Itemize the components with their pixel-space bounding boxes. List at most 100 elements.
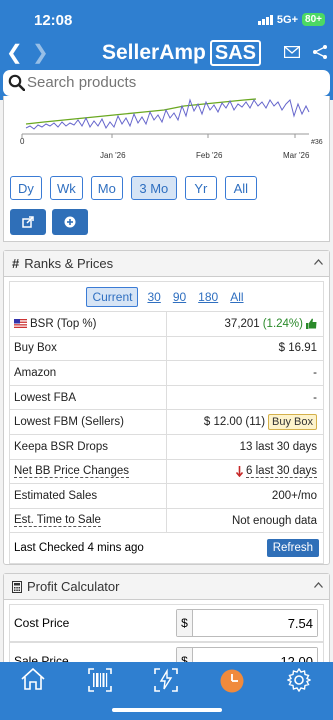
open-external-button[interactable] xyxy=(10,209,46,235)
table-row-net-bb: Net BB Price Changes 6 last 30 days xyxy=(10,459,323,485)
table-row-amazon: Amazon - xyxy=(10,361,323,386)
range-week-button[interactable]: Wk xyxy=(50,176,83,200)
table-row-lowest-fba: Lowest FBA - xyxy=(10,385,323,411)
chevron-up-icon xyxy=(314,259,323,265)
table-row-bsr: BSR (Top %) 37,201 (1.24%) xyxy=(10,312,323,337)
us-flag-icon xyxy=(14,319,27,329)
net-bb-value[interactable]: 6 last 30 days xyxy=(246,465,317,478)
range-all-button[interactable]: All xyxy=(224,176,257,200)
thumbs-up-icon xyxy=(306,318,317,330)
chevron-up-icon xyxy=(314,582,323,588)
range-month-button[interactable]: Mo xyxy=(90,176,123,200)
app-logo: SellerAmp SAS xyxy=(102,40,261,66)
ranks-prices-table: Current 30 90 180 All BSR (Top %) 37,201… xyxy=(9,281,324,565)
amazon-value: - xyxy=(313,366,317,379)
signal-icon xyxy=(257,14,273,25)
est-time-value: Not enough data xyxy=(231,514,317,527)
range-day-button[interactable]: Dy xyxy=(10,176,42,200)
tab-180[interactable]: 180 xyxy=(195,289,221,305)
net-bb-label[interactable]: Net BB Price Changes xyxy=(14,465,130,478)
profit-calculator-panel: Profit Calculator Cost Price $ Sale Pric… xyxy=(3,573,330,680)
table-row-est-time: Est. Time to Sale Not enough data xyxy=(10,508,323,534)
battery-icon: 80+ xyxy=(302,13,325,26)
cost-price-label: Cost Price xyxy=(14,616,70,630)
table-row-buybox: Buy Box $ 16.91 xyxy=(10,336,323,362)
range-year-button[interactable]: Yr xyxy=(184,176,217,200)
arrow-down-icon xyxy=(236,465,244,477)
bsr-percent: (1.24%) xyxy=(262,317,303,330)
last-checked-text: Last Checked 4 mins ago xyxy=(14,542,144,555)
back-icon[interactable]: ❮ xyxy=(6,40,23,65)
navbar: ❮ ❯ SellerAmp SAS xyxy=(0,38,333,68)
lowest-fba-value: - xyxy=(313,391,317,404)
range-selector: Dy Wk Mo 3 Mo Yr All xyxy=(10,176,257,200)
plus-circle-icon xyxy=(64,216,76,228)
keepa-drops-value: 13 last 30 days xyxy=(239,440,317,453)
keepa-chart-panel: 0 Jan '26 Feb '26 Mar '26 #36 Dy Wk Mo 3… xyxy=(3,96,330,242)
ranks-prices-title: Ranks & Prices xyxy=(24,256,114,271)
buybox-label: Buy Box xyxy=(10,336,167,361)
refresh-button[interactable]: Refresh xyxy=(266,539,319,558)
share-icon[interactable] xyxy=(312,44,328,60)
hash-icon: # xyxy=(12,256,20,271)
logo-text: SellerAmp xyxy=(102,41,206,64)
network-type: 5G+ xyxy=(276,13,299,26)
x-tick-label-jan: Jan '26 xyxy=(100,151,126,160)
history-clock-icon[interactable] xyxy=(219,668,245,694)
tab-current[interactable]: Current xyxy=(86,286,139,307)
settings-gear-icon[interactable] xyxy=(287,668,311,692)
quick-scan-icon[interactable] xyxy=(154,668,178,692)
profit-calculator-header[interactable]: Profit Calculator xyxy=(4,574,329,600)
chart-right-label: #36 xyxy=(311,139,323,146)
period-tabs: Current 30 90 180 All xyxy=(10,282,323,312)
forward-icon[interactable]: ❯ xyxy=(32,40,49,65)
amazon-label: Amazon xyxy=(10,361,167,385)
barcode-scan-icon[interactable] xyxy=(88,668,112,692)
est-time-label[interactable]: Est. Time to Sale xyxy=(14,514,101,528)
search-icon xyxy=(8,74,25,91)
search-input[interactable] xyxy=(27,74,317,91)
home-indicator xyxy=(112,708,222,712)
price-history-chart[interactable]: 0 Jan '26 Feb '26 Mar '26 #36 xyxy=(4,96,329,171)
x-tick-label-mar: Mar '26 xyxy=(283,151,310,160)
buybox-badge: Buy Box xyxy=(268,414,317,431)
tab-all[interactable]: All xyxy=(227,289,246,305)
status-indicators: 5G+ 80+ xyxy=(257,13,325,26)
buybox-value: $ 16.91 xyxy=(278,342,317,355)
x-tick-label-feb: Feb '26 xyxy=(196,151,223,160)
range-3month-button[interactable]: 3 Mo xyxy=(130,176,177,200)
add-button[interactable] xyxy=(52,209,88,235)
lowest-fba-label: Lowest FBA xyxy=(10,385,167,410)
bsr-value: 37,201 xyxy=(224,317,260,330)
est-sales-value: 200+/mo xyxy=(271,489,317,502)
home-icon[interactable] xyxy=(21,668,45,690)
est-sales-label: Estimated Sales xyxy=(10,484,167,508)
ranks-prices-header[interactable]: # Ranks & Prices xyxy=(4,251,329,277)
table-row-est-sales: Estimated Sales 200+/mo xyxy=(10,484,323,509)
cost-price-input[interactable] xyxy=(193,610,317,636)
status-bar: 12:08 5G+ 80+ xyxy=(0,0,333,40)
purple-series-line xyxy=(25,98,310,130)
table-row-lowest-fbm: Lowest FBM (Sellers) $ 12.00 (11) Buy Bo… xyxy=(10,410,323,435)
x-tick-label-0: 0 xyxy=(20,137,25,146)
chart-actions xyxy=(10,209,88,235)
lowest-fbm-value: $ 12.00 (11) xyxy=(203,416,266,429)
cost-currency: $ xyxy=(177,610,193,636)
calculator-icon xyxy=(12,580,22,593)
tab-30[interactable]: 30 xyxy=(144,289,163,305)
cost-price-field[interactable]: $ xyxy=(176,609,318,637)
table-row-keepa-drops: Keepa BSR Drops 13 last 30 days xyxy=(10,434,323,460)
search-bar[interactable] xyxy=(3,70,330,96)
bsr-label: BSR (Top %) xyxy=(30,317,97,330)
tab-90[interactable]: 90 xyxy=(170,289,189,305)
status-time: 12:08 xyxy=(34,12,73,29)
mail-icon[interactable] xyxy=(284,46,300,58)
ranks-prices-panel: # Ranks & Prices Current 30 90 180 All B… xyxy=(3,250,330,565)
logo-box: SAS xyxy=(209,40,261,66)
last-checked-row: Last Checked 4 mins ago Refresh xyxy=(10,533,323,563)
external-link-icon xyxy=(22,216,34,228)
lowest-fbm-label: Lowest FBM (Sellers) xyxy=(10,410,167,434)
cost-price-row: Cost Price $ xyxy=(9,604,324,642)
green-series-line xyxy=(25,98,257,125)
profit-calculator-title: Profit Calculator xyxy=(27,579,120,594)
